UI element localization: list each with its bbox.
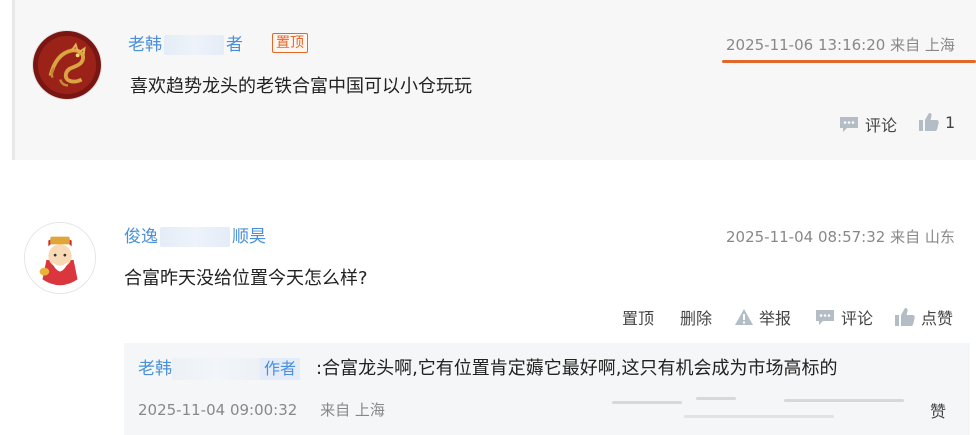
report-label: 举报 (759, 309, 792, 328)
comment-author[interactable]: 俊逸 顺昊 (124, 226, 266, 248)
comment-button[interactable]: 评论 (838, 112, 897, 136)
redacted-name (160, 227, 230, 247)
reply-thread: 老韩 作者 :合富龙头啊,它有位置肯定薅它最好啊,这只有机会成为市场高标的 202… (124, 343, 970, 435)
reply-like-label[interactable]: 赞 (930, 398, 946, 422)
dragon-avatar[interactable] (32, 30, 102, 100)
author-name-end: 者 (226, 35, 243, 55)
comment-meta: 2025-11-04 08:57:32 来自 山东 (726, 226, 955, 247)
reply-meta: 2025-11-04 09:00:32 来自 上海 (138, 399, 385, 420)
timestamp: 2025-11-04 08:57:32 (726, 228, 886, 246)
comment-label: 评论 (865, 116, 898, 135)
comment-author[interactable]: 老韩 者 (128, 34, 243, 56)
reply-author-name: 老韩 (138, 359, 172, 379)
report-button[interactable]: 举报 (734, 305, 791, 329)
thumbs-up-icon (919, 113, 939, 131)
fortune-god-avatar[interactable] (24, 222, 96, 294)
comment-text: 合富昨天没给位置今天怎么样? (124, 268, 368, 289)
reply-author[interactable]: 老韩 作者 (138, 357, 301, 381)
warning-icon (735, 309, 753, 325)
like-button[interactable]: 1 (918, 112, 955, 132)
redacted-area (612, 401, 682, 404)
comment-meta: 2025-11-06 13:16:20 来自 上海 (726, 34, 955, 55)
reply-location: 来自 上海 (320, 401, 385, 419)
thumbs-up-icon (895, 308, 915, 326)
redacted-area (684, 415, 834, 418)
author-name-start: 俊逸 (124, 227, 158, 247)
comment-icon (840, 117, 858, 132)
delete-label: 删除 (680, 309, 713, 328)
timestamp: 2025-11-06 13:16:20 (726, 36, 886, 54)
author-tag: 作者 (260, 358, 301, 380)
reply-timestamp: 2025-11-04 09:00:32 (138, 401, 298, 419)
comment-icon (816, 310, 834, 325)
comment-label: 评论 (841, 309, 874, 328)
author-name-start: 老韩 (128, 35, 162, 55)
reply-text: :合富龙头啊,它有位置肯定薅它最好啊,这只有机会成为市场高标的 (316, 358, 838, 379)
redacted-area (784, 399, 904, 402)
pin-button[interactable]: 置顶 (622, 305, 654, 329)
highlight-underline (722, 60, 976, 63)
pin-label: 置顶 (622, 309, 655, 328)
location: 来自 上海 (890, 36, 955, 54)
like-count: 1 (945, 112, 956, 132)
pinned-badge: 置顶 (272, 33, 308, 53)
author-name-end: 顺昊 (232, 227, 266, 247)
comment-button[interactable]: 评论 (814, 305, 873, 329)
redacted-name (164, 35, 224, 55)
like-button[interactable]: 点赞 (894, 305, 953, 329)
redacted-name (172, 358, 260, 380)
redacted-area (696, 397, 736, 400)
location: 来自 山东 (890, 228, 955, 246)
comment-text: 喜欢趋势龙头的老铁合富中国可以小仓玩玩 (130, 76, 472, 97)
like-label: 点赞 (921, 309, 954, 328)
delete-button[interactable]: 删除 (680, 305, 712, 329)
